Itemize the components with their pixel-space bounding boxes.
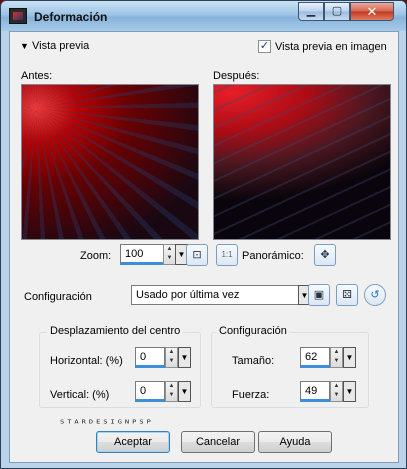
before-label: Antes:	[21, 70, 53, 82]
horizontal-input[interactable]: 0	[135, 347, 165, 368]
checkmark-icon: ✓	[259, 40, 270, 52]
size-label: Tamaño:	[232, 355, 275, 367]
settings-group-title: Configuración	[216, 325, 290, 337]
maximize-button[interactable]: ▢	[324, 2, 350, 21]
close-button[interactable]: ✕	[350, 2, 394, 21]
pan-label: Panorámico:	[242, 250, 304, 262]
vertical-label: Vertical: (%)	[50, 389, 110, 401]
zoom-input[interactable]: 100	[120, 244, 164, 265]
size-input[interactable]: 62	[300, 347, 330, 368]
vertical-input[interactable]: 0	[135, 381, 165, 402]
watermark-text: STARDESIGNPSP	[60, 418, 154, 426]
preview-on-image-label: Vista previa en imagen	[275, 41, 387, 53]
actual-size-button[interactable]: 1:1	[216, 244, 238, 266]
undo-arrow-icon: ↺	[370, 289, 380, 301]
size-spinner[interactable]: ▲ ▼	[330, 347, 343, 368]
triangle-down-icon: ▼	[20, 41, 29, 51]
move-arrows-icon: ✥	[320, 249, 330, 261]
size-dropdown[interactable]: ▼	[343, 347, 356, 368]
preview-toggle[interactable]: ▼ Vista previa	[20, 40, 89, 52]
help-button[interactable]: Ayuda	[258, 431, 332, 453]
floppy-disk-icon: ▣	[313, 289, 325, 301]
dialog-client-area: ▼ Vista previa ✓ Vista previa en imagen …	[9, 31, 399, 463]
minimize-button[interactable]: ▁	[298, 2, 324, 21]
window-title: Deformación	[34, 10, 108, 24]
reset-preset-button[interactable]: ↺	[364, 284, 386, 306]
vertical-spinner[interactable]: ▲ ▼	[165, 381, 178, 402]
app-icon	[9, 8, 27, 24]
title-bar[interactable]: Deformación ▁ ▢ ✕	[1, 1, 406, 31]
preset-label: Configuración	[24, 291, 92, 303]
before-preview-image[interactable]	[21, 84, 199, 240]
strength-spinner[interactable]: ▲ ▼	[330, 381, 343, 402]
cancel-button[interactable]: Cancelar	[181, 431, 255, 453]
strength-label: Fuerza:	[232, 389, 270, 401]
save-preset-button[interactable]: ▣	[308, 284, 330, 306]
center-offset-title: Desplazamiento del centro	[47, 325, 184, 337]
preview-toggle-label: Vista previa	[31, 40, 90, 52]
zoom-fit-icon: ⊡	[192, 249, 202, 261]
after-label: Después:	[213, 70, 260, 82]
preset-select[interactable]: Usado por última vez	[131, 285, 299, 305]
dialog-window: Deformación ▁ ▢ ✕ ▼ Vista previa ✓ Vista…	[0, 0, 407, 469]
fit-zoom-button[interactable]: ⊡	[186, 244, 208, 266]
horizontal-dropdown[interactable]: ▼	[178, 347, 191, 368]
accept-button[interactable]: Aceptar	[96, 431, 170, 453]
one-to-one-icon: 1:1	[221, 250, 233, 259]
random-preset-button[interactable]: ⚄	[336, 284, 358, 306]
strength-dropdown[interactable]: ▼	[343, 381, 356, 402]
preview-on-image-checkbox[interactable]: ✓	[258, 40, 271, 53]
dice-icon: ⚄	[342, 289, 352, 301]
pan-button[interactable]: ✥	[314, 244, 336, 266]
zoom-label: Zoom:	[80, 250, 112, 262]
horizontal-label: Horizontal: (%)	[50, 355, 123, 367]
after-preview-image[interactable]	[213, 84, 391, 240]
strength-input[interactable]: 49	[300, 381, 330, 402]
vertical-dropdown[interactable]: ▼	[178, 381, 191, 402]
horizontal-spinner[interactable]: ▲ ▼	[165, 347, 178, 368]
